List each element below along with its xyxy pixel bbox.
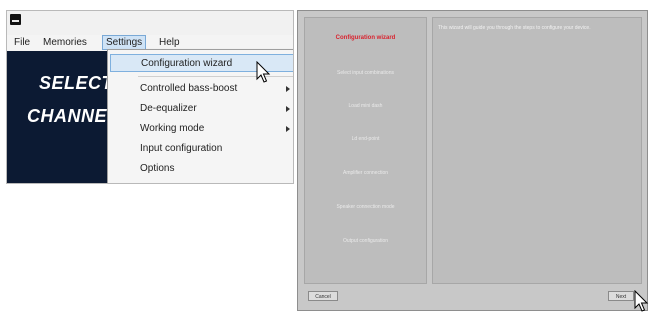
menu-item-options[interactable]: Options <box>110 160 293 178</box>
menu-help[interactable]: Help <box>156 36 183 49</box>
submenu-arrow-icon <box>286 126 290 132</box>
menu-item-label: Options <box>140 163 175 174</box>
menu-item-de-equalizer[interactable]: De-equalizer <box>110 100 293 118</box>
menu-file[interactable]: File <box>11 36 33 49</box>
menu-item-label: Controlled bass-boost <box>140 83 238 94</box>
submenu-arrow-icon <box>286 86 290 92</box>
app-icon <box>10 14 21 25</box>
mouse-pointer-icon <box>634 290 649 312</box>
submenu-arrow-icon <box>286 106 290 112</box>
wizard-description-panel: This wizard will guide you through the s… <box>432 17 642 284</box>
wizard-step: Configuration wizard <box>335 35 396 41</box>
menu-item-label: Input configuration <box>140 143 223 154</box>
menu-item-label: Working mode <box>140 123 205 134</box>
menu-item-input-configuration[interactable]: Input configuration <box>110 140 293 158</box>
wizard-step: Amplifier connection <box>342 170 389 176</box>
menu-item-label: Configuration wizard <box>141 58 233 69</box>
next-button[interactable]: Next <box>608 291 634 301</box>
wizard-step: Load mini dash <box>348 103 383 109</box>
menu-item-label: De-equalizer <box>140 103 197 114</box>
wizard-description: This wizard will guide you through the s… <box>438 25 591 31</box>
wizard-step: Ld end-point <box>351 136 380 142</box>
app-window: File Memories Settings Help SELECT CHANN… <box>6 10 294 184</box>
wizard-steps-panel: Configuration wizard Select input combin… <box>304 17 427 284</box>
cancel-button[interactable]: Cancel <box>308 291 338 301</box>
configuration-wizard-dialog: Configuration wizard Select input combin… <box>297 10 648 311</box>
wizard-step: Select input combinations <box>337 70 394 76</box>
channel-label: CHANNE <box>27 106 108 126</box>
menu-memories[interactable]: Memories <box>40 36 90 49</box>
wizard-step: Speaker connection mode <box>336 204 395 210</box>
menu-settings[interactable]: Settings <box>102 35 147 50</box>
wizard-step: Output configuration <box>342 238 389 244</box>
mouse-pointer-icon <box>256 61 271 83</box>
select-label: SELECT <box>39 73 114 93</box>
menu-item-working-mode[interactable]: Working mode <box>110 120 293 138</box>
